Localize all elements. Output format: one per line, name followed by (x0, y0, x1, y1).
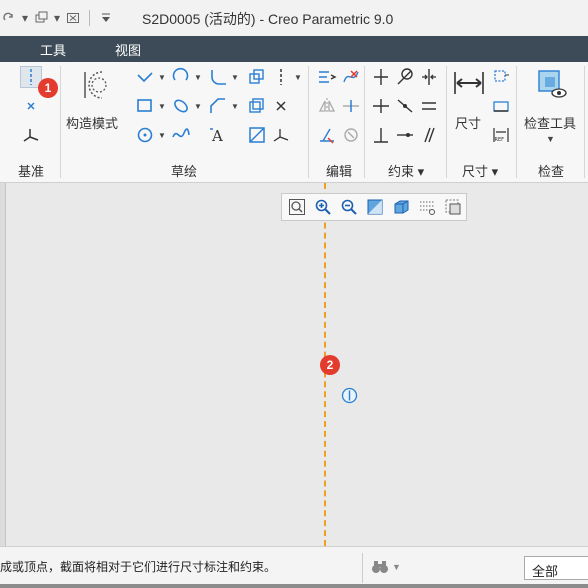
menu-tools[interactable]: 工具 (40, 40, 66, 59)
spline-icon[interactable] (170, 124, 192, 146)
group-divider (584, 66, 585, 178)
centerline-dropdown-icon[interactable]: ▼ (294, 73, 302, 82)
customize-toolbar-icon[interactable] (97, 9, 115, 27)
menu-view[interactable]: 视图 (115, 40, 141, 59)
step-badge-2: 2 (320, 355, 340, 375)
ellipse-icon[interactable] (170, 95, 192, 117)
corner-icon[interactable] (316, 124, 338, 146)
redo-icon[interactable] (0, 9, 18, 27)
vertical-constraint-icon[interactable] (370, 66, 392, 88)
arc-dropdown-icon[interactable]: ▼ (194, 73, 202, 82)
perimeter-dimension-icon[interactable] (490, 66, 512, 88)
delete-segment-icon[interactable] (340, 66, 362, 88)
modify-icon[interactable] (316, 66, 338, 88)
vertical-constraint-marker-icon[interactable] (341, 387, 358, 404)
inspect-tools-dropdown-icon[interactable]: ▼ (546, 134, 555, 144)
status-divider (362, 553, 363, 583)
refit-icon[interactable] (286, 196, 308, 218)
circle-dropdown-icon[interactable]: ▼ (158, 131, 166, 140)
reference-dimension-icon[interactable]: REF (490, 124, 512, 146)
arc-icon[interactable] (170, 66, 192, 88)
sketch-view-icon[interactable] (442, 196, 464, 218)
binoculars-icon (372, 561, 388, 573)
dimension-icon[interactable] (452, 68, 486, 98)
find-dropdown-icon[interactable]: ▼ (392, 562, 401, 572)
sketch-canvas[interactable] (6, 183, 588, 546)
group-label-constraint[interactable]: 约束 ▾ (388, 161, 424, 180)
group-label-edit: 编辑 (326, 164, 353, 179)
equal-constraint-icon[interactable] (418, 95, 440, 117)
group-label-dimension[interactable]: 尺寸 ▾ (462, 161, 498, 180)
status-message: 成或顶点，截面将相对于它们进行尺寸标注和约束。 (0, 560, 277, 574)
coordinate-system-icon[interactable] (20, 124, 42, 146)
group-divider (516, 66, 517, 178)
fillet-dropdown-icon[interactable]: ▼ (231, 73, 239, 82)
offset-icon[interactable] (246, 66, 268, 88)
baseline-dimension-icon[interactable] (490, 95, 512, 117)
construction-mode-button[interactable]: 构造模式 (66, 113, 118, 132)
ref-label: REF (495, 137, 505, 143)
group-divider (446, 66, 447, 178)
mirror-icon[interactable] (316, 95, 338, 117)
status-bar: 成或顶点，截面将相对于它们进行尺寸标注和约束。 ▼ 全部 (0, 546, 588, 588)
construction-mode-icon[interactable] (80, 68, 110, 102)
window-bottom-edge (0, 584, 588, 588)
group-label-datum: 基准 (18, 164, 45, 179)
group-divider (60, 66, 61, 178)
chamfer-icon[interactable] (207, 95, 229, 117)
centerline-icon[interactable] (270, 66, 292, 88)
selection-filter-select[interactable]: 全部 (524, 556, 588, 580)
window-switch-icon[interactable] (32, 9, 50, 27)
text-icon[interactable]: A (207, 124, 229, 146)
inspect-tools-icon[interactable] (535, 68, 569, 100)
window-dropdown-icon[interactable]: ▾ (54, 11, 60, 25)
sketch-display-filters-icon[interactable] (416, 196, 438, 218)
repaint-icon[interactable] (364, 196, 386, 218)
quick-access-toolbar: ▾ ▾ (0, 9, 115, 27)
fillet-icon[interactable] (207, 66, 229, 88)
horizontal-constraint-icon[interactable] (370, 95, 392, 117)
dimension-button[interactable]: 尺寸 (455, 113, 481, 132)
zoom-in-icon[interactable] (312, 196, 334, 218)
rotate-resize-icon[interactable] (340, 124, 362, 146)
parallel-constraint-icon[interactable] (418, 124, 440, 146)
rectangle-icon[interactable] (134, 95, 156, 117)
circle-icon[interactable] (134, 124, 156, 146)
thicken-icon[interactable] (246, 95, 268, 117)
close-window-icon[interactable] (64, 9, 82, 27)
redo-dropdown-icon[interactable]: ▾ (22, 11, 28, 25)
perpendicular-constraint-icon[interactable] (370, 124, 392, 146)
toolbar-divider (89, 10, 91, 26)
symmetric-constraint-icon[interactable] (418, 66, 440, 88)
chamfer-dropdown-icon[interactable]: ▼ (231, 102, 239, 111)
tangent-constraint-icon[interactable] (394, 66, 416, 88)
ellipse-dropdown-icon[interactable]: ▼ (194, 102, 202, 111)
step-badge-1: 1 (38, 78, 58, 98)
coordinate-point-icon[interactable] (270, 124, 292, 146)
group-divider (364, 66, 365, 178)
group-divider (308, 66, 309, 178)
group-label-sketch: 草绘 (171, 164, 198, 179)
find-button[interactable]: ▼ (370, 555, 410, 579)
divide-icon[interactable] (340, 95, 362, 117)
group-label-inspect: 检查 (538, 164, 565, 179)
ribbon: 基准 构造模式 ▼ ▼ ▼ ▼ ▼ ▼ ▼ A ▼ 草绘 编辑 约束 ▾ 尺寸 … (0, 62, 588, 183)
point-icon[interactable] (270, 95, 292, 117)
display-style-icon[interactable] (390, 196, 412, 218)
menu-bar: 工具 视图 (0, 36, 588, 62)
midpoint-constraint-icon[interactable] (394, 95, 416, 117)
title-bar: ▾ ▾ S2D0005 (活动的) - Creo Parametric 9.0 (0, 0, 588, 36)
zoom-out-icon[interactable] (338, 196, 360, 218)
line-icon[interactable] (134, 66, 156, 88)
graphics-toolbar (281, 193, 467, 221)
coincident-constraint-icon[interactable] (394, 124, 416, 146)
point-datum-icon[interactable] (20, 95, 42, 117)
rectangle-dropdown-icon[interactable]: ▼ (158, 102, 166, 111)
inspect-tools-button[interactable]: 检查工具 (524, 113, 576, 132)
window-title: S2D0005 (活动的) - Creo Parametric 9.0 (142, 11, 394, 27)
project-icon[interactable] (246, 124, 268, 146)
line-dropdown-icon[interactable]: ▼ (158, 73, 166, 82)
